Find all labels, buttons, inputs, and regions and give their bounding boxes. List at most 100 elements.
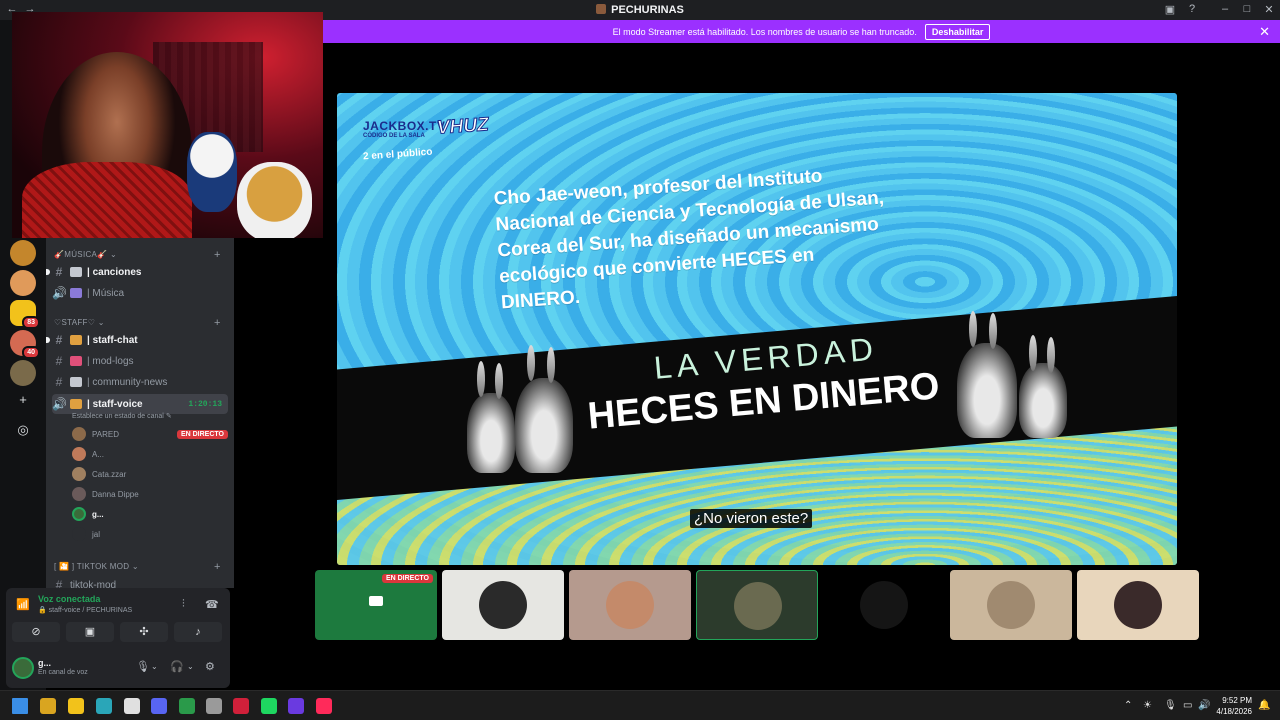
voice-location[interactable]: 🔒 staff-voice / PECHURINAS	[38, 606, 132, 614]
inbox-icon[interactable]: ▣	[1162, 3, 1178, 16]
taskbar-discord-icon[interactable]	[151, 698, 167, 714]
volume-icon[interactable]: 🔊	[1198, 700, 1210, 711]
tile-screen-share[interactable]: EN DIRECTO	[315, 570, 437, 640]
channel-canciones[interactable]: # | canciones	[46, 262, 228, 282]
streamer-mode-banner: El modo Streamer está habilitado. Los no…	[323, 20, 1280, 43]
headphones-icon[interactable]: 🎧	[170, 660, 184, 673]
user-panel: g... En canal de voz 🎙 ⌄ 🎧 ⌄ ⚙	[6, 652, 230, 684]
clock-time: 9:52 PM	[1222, 696, 1252, 705]
taskbar-app-9-icon[interactable]	[233, 698, 249, 714]
add-server-icon[interactable]: +	[13, 390, 33, 410]
tile-participant-4[interactable]	[696, 570, 818, 640]
avatar	[72, 427, 86, 441]
help-icon[interactable]: ?	[1184, 3, 1200, 15]
channel-staff-voice[interactable]: 🔊 | staff-voice 1:20:13	[52, 394, 228, 414]
notification-icon[interactable]: 🔔	[1258, 700, 1270, 711]
rabbit-image	[957, 343, 1017, 438]
disable-streamer-button[interactable]: Deshabilitar	[924, 23, 991, 40]
server-icon-3[interactable]: 83	[10, 300, 40, 329]
brightness-icon[interactable]: ☀	[1143, 700, 1152, 711]
category-tiktok[interactable]: [ 🎦 ] TIKTOK MOD ⌄ +	[54, 561, 220, 573]
add-channel-icon[interactable]: +	[214, 561, 221, 573]
disconnect-icon[interactable]: ☎	[205, 598, 219, 611]
tile-participant-5[interactable]	[823, 570, 945, 640]
soundboard-icon: ♪	[195, 626, 201, 638]
add-channel-icon[interactable]: +	[214, 249, 221, 261]
chevron-down-icon[interactable]: ⌄	[187, 662, 194, 671]
channel-mod-logs[interactable]: # | mod-logs	[52, 351, 228, 371]
music-note-icon	[70, 288, 82, 298]
audience-count: 2 en el público	[362, 146, 433, 163]
plush-frog	[237, 162, 312, 238]
tile-participant-7[interactable]	[1077, 570, 1199, 640]
network-icon[interactable]: ▭	[1183, 700, 1192, 711]
voice-status-prompt[interactable]: Establece un estado de canal ✎	[72, 412, 172, 420]
chevron-up-icon[interactable]: ⌃	[1124, 700, 1132, 711]
avatar	[987, 581, 1035, 629]
channel-musica[interactable]: 🔊 | Música	[52, 283, 228, 303]
channel-community-news[interactable]: # | community-news	[52, 372, 228, 392]
server-icon-4[interactable]: 40	[10, 330, 40, 359]
microphone-icon[interactable]: 🎙	[136, 660, 150, 673]
taskbar-spotify-icon[interactable]	[261, 698, 277, 714]
chevron-down-icon[interactable]: ⌄	[151, 662, 158, 671]
channel-tiktok-mod[interactable]: # tiktok-mod	[52, 575, 228, 588]
main-stream-view[interactable]: JACKBOX.TV CÓDIGO DE LA SALA VHUZ 2 en e…	[337, 93, 1177, 565]
add-channel-icon[interactable]: +	[214, 317, 221, 329]
close-window-button[interactable]: ✕	[1261, 3, 1277, 16]
tile-participant-2[interactable]	[442, 570, 564, 640]
activities-button[interactable]: ✣	[120, 622, 168, 642]
rabbit-ear	[1047, 337, 1055, 373]
channel-staff-chat[interactable]: # | staff-chat	[46, 330, 228, 350]
category-musica[interactable]: 🎸MÚSICA🎸 ⌄ +	[54, 249, 220, 261]
lock-icon	[70, 335, 82, 345]
room-code-label: CÓDIGO DE LA SALA	[363, 133, 425, 139]
system-clock[interactable]: 9:52 PM 4/18/2026	[1216, 695, 1252, 717]
discover-icon[interactable]: ◎	[13, 420, 33, 440]
rabbit-ear	[1029, 335, 1037, 371]
voice-member[interactable]: Cata.zzar	[72, 465, 228, 483]
taskbar-app-2-icon[interactable]	[40, 698, 56, 714]
screen-share-button[interactable]: ▣	[66, 622, 114, 642]
jackbox-logo: JACKBOX.TV CÓDIGO DE LA SALA VHUZ 2 en e…	[363, 114, 490, 163]
avatar	[72, 447, 86, 461]
voice-member[interactable]: PARED EN DIRECTO	[72, 425, 228, 443]
taskbar-app-8-icon[interactable]	[206, 698, 222, 714]
voice-timer: 1:20:13	[188, 399, 222, 409]
taskbar-start-icon[interactable]	[12, 698, 28, 714]
jackbox-url: JACKBOX.TV	[363, 119, 446, 133]
tile-participant-6[interactable]	[950, 570, 1072, 640]
taskbar-app-5-icon[interactable]	[124, 698, 140, 714]
voice-member[interactable]: jal	[72, 525, 228, 543]
voice-member[interactable]: A...	[72, 445, 228, 463]
close-icon[interactable]: ✕	[1259, 24, 1270, 40]
app-root: ← → PECHURINAS ▣ ? – □ ✕ El modo Streame…	[0, 0, 1280, 720]
voice-member[interactable]: g...	[72, 505, 228, 523]
taskbar-tiktok-icon[interactable]	[316, 698, 332, 714]
maximize-button[interactable]: □	[1239, 3, 1255, 15]
server-icon-1[interactable]	[10, 240, 36, 266]
taskbar-file-explorer-icon[interactable]	[68, 698, 84, 714]
category-staff[interactable]: ♡STAFF♡ ⌄ +	[54, 317, 220, 329]
avatar	[479, 581, 527, 629]
emoji-icon	[70, 377, 82, 387]
avatar[interactable]	[12, 657, 34, 679]
minimize-button[interactable]: –	[1217, 3, 1233, 15]
taskbar-chrome-icon[interactable]	[179, 698, 195, 714]
clock-date: 4/18/2026	[1216, 707, 1252, 716]
unread-indicator	[46, 337, 50, 343]
voice-member[interactable]: Danna Dippe	[72, 485, 228, 503]
tile-participant-3[interactable]	[569, 570, 691, 640]
live-badge: EN DIRECTO	[176, 429, 228, 439]
avatar	[72, 487, 86, 501]
microphone-icon[interactable]: 🎙	[1164, 700, 1177, 711]
soundboard-button[interactable]: ♪	[174, 622, 222, 642]
taskbar-app-4-icon[interactable]	[96, 698, 112, 714]
noise-suppression-icon[interactable]: ⫶	[182, 598, 185, 611]
signal-icon[interactable]: 📶	[16, 598, 30, 611]
camera-toggle-button[interactable]: ⊘	[12, 622, 60, 642]
server-icon-5[interactable]	[10, 360, 36, 386]
server-icon-2[interactable]	[10, 270, 36, 296]
taskbar-app-11-icon[interactable]	[288, 698, 304, 714]
settings-gear-icon[interactable]: ⚙	[205, 660, 215, 673]
